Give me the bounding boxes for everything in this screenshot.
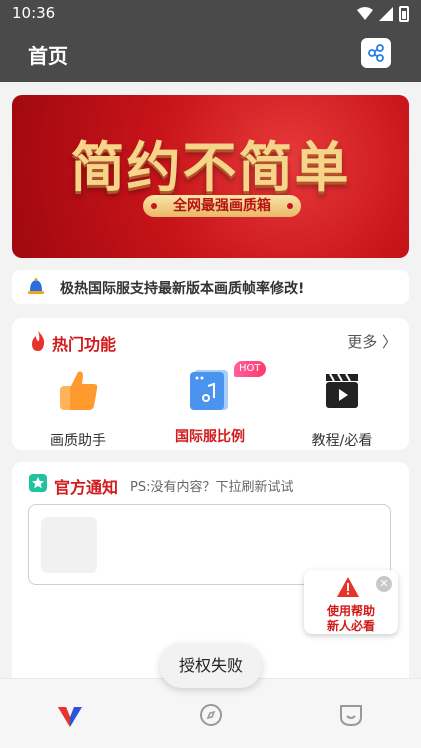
share-icon: [368, 44, 384, 62]
music-app-icon: HOT: [188, 361, 266, 412]
page-title: 首页: [28, 44, 68, 68]
feature-quality-assistant[interactable]: 画质助手: [28, 368, 128, 450]
status-time: 10:36: [12, 4, 56, 22]
hot-features-title: 热门功能: [52, 335, 117, 354]
banner-subline: 全网最强画质箱: [143, 195, 301, 217]
official-notice-title: 官方通知: [54, 478, 119, 497]
feature-tutorial[interactable]: 教程/必看: [292, 368, 392, 450]
profile-icon[interactable]: [337, 701, 365, 729]
hot-features-card: 热门功能 更多 〉 画质助手 HOT 国际服比例 教程/必看: [12, 318, 409, 450]
banner-headline: 简约不简单: [70, 136, 351, 199]
announcement-bar[interactable]: 极热国际服支持最新版本画质帧率修改!: [12, 270, 409, 304]
promo-banner[interactable]: 简约不简单 全网最强画质箱: [12, 95, 409, 258]
star-badge-icon: [29, 474, 47, 492]
thumbs-up-icon: [60, 371, 98, 410]
share-button[interactable]: [361, 38, 391, 68]
signal-icon: [379, 7, 393, 21]
flame-icon: [32, 331, 45, 351]
feature-label: 教程/必看: [311, 433, 373, 449]
bell-icon: [28, 278, 44, 294]
compass-icon[interactable]: [197, 701, 225, 729]
close-icon[interactable]: ✕: [376, 576, 392, 592]
more-link[interactable]: 更多 〉: [347, 331, 397, 352]
video-clapper-icon: [326, 373, 358, 408]
hot-badge: HOT: [234, 361, 266, 377]
help-line-2: 新人必看: [326, 619, 375, 633]
feature-label: 画质助手: [50, 433, 106, 449]
app-bar: 首页: [0, 28, 421, 82]
official-notice-hint: PS:没有内容？下拉刷新试试: [130, 480, 294, 495]
announcement-text: 极热国际服支持最新版本画质帧率修改!: [60, 281, 305, 297]
warning-icon: [337, 577, 359, 597]
floating-help-widget[interactable]: ✕ 使用帮助 新人必看: [304, 570, 398, 634]
home-logo-icon[interactable]: [56, 701, 84, 729]
wifi-icon: [357, 7, 373, 20]
feature-intl-ratio[interactable]: HOT 国际服比例: [160, 361, 266, 446]
notice-thumbnail: [41, 517, 97, 573]
battery-icon: [399, 6, 409, 22]
status-bar: 10:36: [0, 0, 421, 28]
status-icons: [357, 6, 409, 22]
toast-message: 授权失败: [160, 644, 262, 688]
bottom-tab-bar: [0, 678, 421, 748]
feature-label: 国际服比例: [175, 429, 245, 445]
